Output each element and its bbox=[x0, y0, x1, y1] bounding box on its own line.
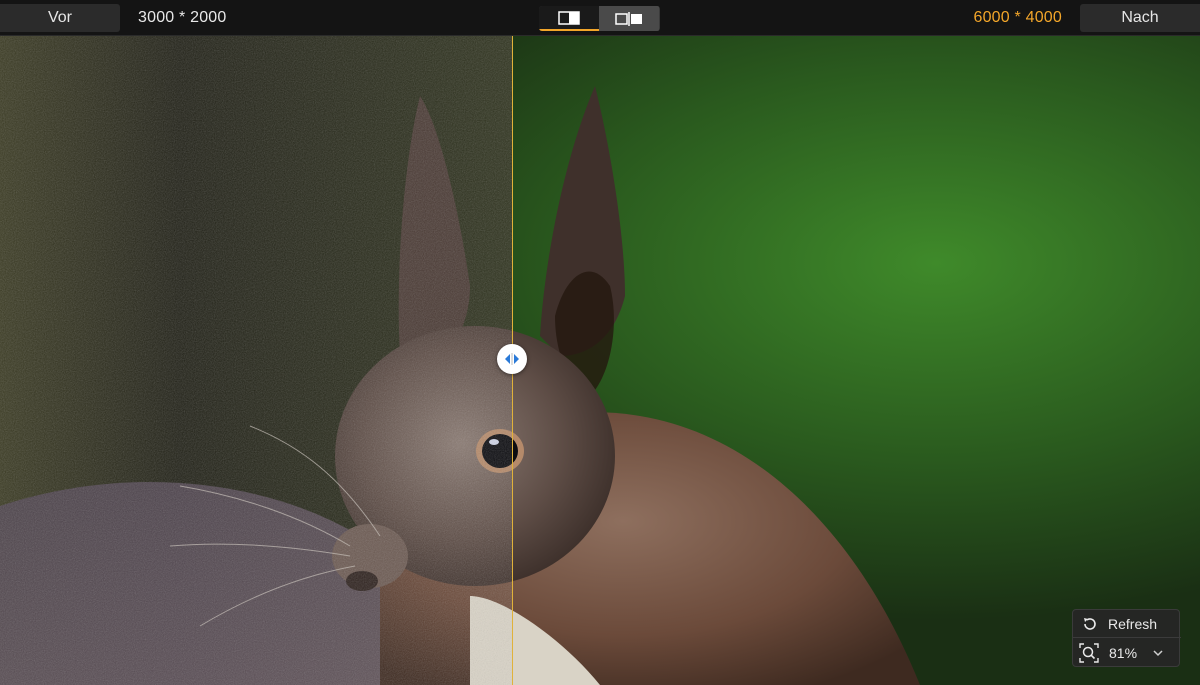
zoom-control[interactable]: 81% bbox=[1073, 639, 1181, 667]
zoom-icon bbox=[1079, 643, 1099, 663]
top-toolbar: Vor 3000 * 2000 6000 * 4000 Nach bbox=[0, 0, 1200, 36]
before-dimensions: 3000 * 2000 bbox=[138, 9, 227, 26]
refresh-label: Refresh bbox=[1108, 615, 1158, 632]
squirrel-photo bbox=[0, 36, 1200, 685]
side-by-side-view-icon bbox=[615, 11, 642, 26]
split-view-icon bbox=[558, 10, 580, 25]
chevron-down-icon[interactable] bbox=[1153, 649, 1163, 657]
split-view-button[interactable] bbox=[539, 6, 599, 31]
comparison-image-area: Refresh 81% bbox=[0, 36, 1200, 685]
after-button[interactable]: Nach bbox=[1080, 4, 1200, 32]
arrows-left-right-icon bbox=[505, 353, 519, 365]
view-mode-toggle bbox=[539, 6, 660, 31]
side-by-side-view-button[interactable] bbox=[599, 6, 659, 31]
before-button[interactable]: Vor bbox=[0, 4, 120, 32]
after-dimensions: 6000 * 4000 bbox=[973, 9, 1062, 26]
zoom-level: 81% bbox=[1109, 645, 1138, 661]
refresh-icon bbox=[1084, 617, 1096, 630]
refresh-button[interactable]: Refresh bbox=[1073, 610, 1181, 638]
view-controls-panel: Refresh 81% bbox=[1072, 609, 1181, 667]
divider-drag-handle[interactable] bbox=[497, 344, 527, 374]
